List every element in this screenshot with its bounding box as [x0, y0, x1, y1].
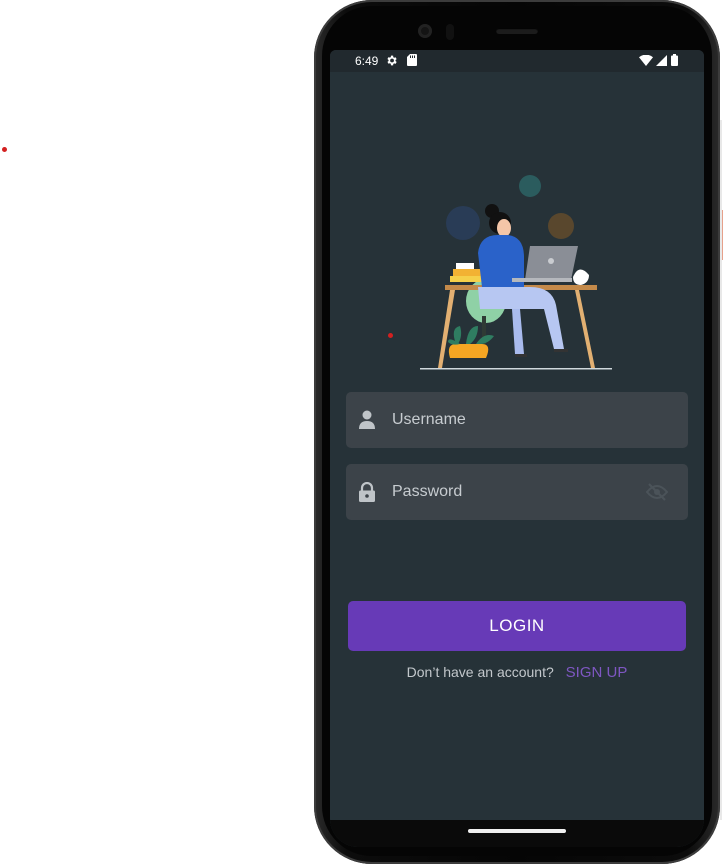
login-button[interactable]: LOGIN — [348, 601, 686, 651]
earpiece-speaker — [496, 28, 538, 34]
phone-frame: 6:49 Username LOGIN Don’t have an accoun… — [314, 0, 720, 864]
wifi-icon — [639, 55, 653, 66]
app-screen: 6:49 Username LOGIN Don’t have an accoun… — [330, 50, 704, 847]
proximity-sensor — [446, 24, 454, 40]
password-field[interactable] — [346, 464, 688, 520]
signal-icon — [656, 55, 667, 66]
person-icon — [359, 410, 375, 429]
signup-prompt: Don’t have an account? — [406, 664, 554, 680]
signup-link[interactable]: SIGN UP — [566, 664, 628, 681]
front-camera — [418, 24, 432, 38]
username-field[interactable] — [346, 392, 688, 448]
eye-visibility-icon[interactable] — [646, 482, 668, 502]
navigation-bar — [330, 820, 704, 847]
signup-row: Don’t have an account? SIGN UP — [330, 664, 704, 684]
background-edge-strip — [720, 120, 722, 820]
red-dot-marker — [2, 147, 7, 152]
gear-icon — [387, 55, 397, 66]
person-at-laptop-illustration — [420, 175, 612, 370]
password-input[interactable] — [392, 464, 642, 520]
red-dot-marker — [388, 333, 393, 338]
status-time: 6:49 — [355, 54, 379, 68]
device-mockup: 6:49 Username LOGIN Don’t have an accoun… — [0, 0, 723, 864]
home-indicator[interactable] — [468, 829, 566, 833]
sd-card-icon — [407, 54, 417, 66]
lock-icon — [359, 482, 375, 502]
username-input[interactable] — [392, 392, 642, 448]
battery-icon — [671, 54, 678, 66]
status-bar: 6:49 — [330, 50, 704, 72]
